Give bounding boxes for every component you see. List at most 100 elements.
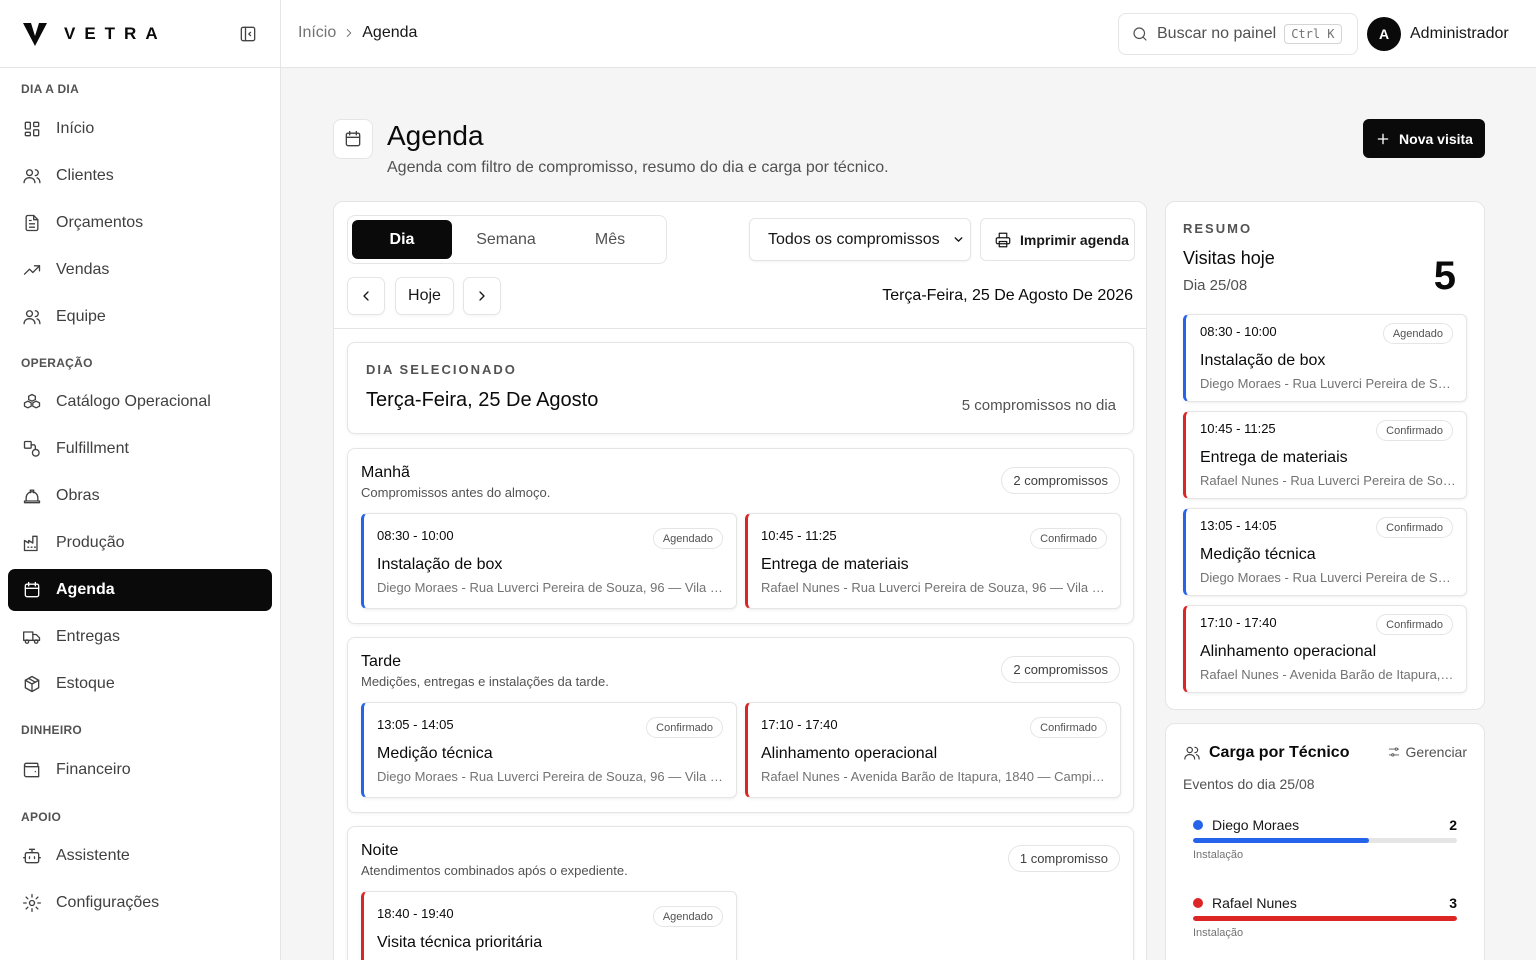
sidebar-item-estoque[interactable]: Estoque (8, 663, 272, 705)
next-day-button[interactable] (463, 277, 501, 315)
sidebar-item-label: Catálogo Operacional (56, 393, 211, 410)
event-description: Rafael Nunes - Avenida Barão de Itapura,… (761, 769, 1111, 784)
shapes-icon (23, 440, 40, 457)
sidebar-item-label: Equipe (56, 308, 106, 325)
avatar[interactable]: A (1367, 17, 1401, 51)
sidebar-item-obras[interactable]: Obras (8, 475, 272, 517)
event-description: Diego Moraes - Rua Luverci Pereira de So… (1200, 376, 1456, 391)
search-placeholder: Buscar no painel (1157, 25, 1277, 42)
sidebar-item-configuracoes[interactable]: Configurações (8, 882, 272, 924)
group-title: Noite (361, 842, 399, 859)
selected-day-count: 5 compromissos no dia (961, 397, 1116, 414)
search-shortcut: Ctrl K (1284, 24, 1342, 44)
sidebar-item-label: Entregas (56, 628, 121, 645)
event-time: 13:05 - 14:05 (377, 717, 454, 732)
event-title: Entrega de materiais (1200, 449, 1348, 466)
event-time: 08:30 - 10:00 (1200, 324, 1277, 339)
sidebar-item-vendas[interactable]: Vendas (8, 249, 272, 291)
technician-count: 2 (1449, 817, 1457, 833)
load-bar-fill (1193, 838, 1370, 843)
manage-button[interactable]: Gerenciar (1387, 744, 1467, 760)
sidebar-item-clientes[interactable]: Clientes (8, 155, 272, 197)
event-description: Diego Moraes - Rua Luverci Pereira de So… (377, 580, 727, 595)
sidebar-item-financeiro[interactable]: Financeiro (8, 749, 272, 791)
summary-event-card[interactable]: 17:10 - 17:40 Confirmado Alinhamento opera… (1183, 605, 1467, 693)
settings-icon (23, 894, 41, 912)
technician-count: 3 (1449, 895, 1457, 911)
group-count-badge: 2 compromissos (1001, 656, 1120, 683)
print-label: Imprimir agenda (1020, 231, 1129, 248)
search-icon (1133, 27, 1147, 41)
event-card[interactable]: 18:40 - 19:40 Agendado Visita técnica prio… (361, 891, 737, 960)
new-visit-label: Nova visita (1399, 130, 1473, 147)
sidebar-item-agenda[interactable]: Agenda (8, 569, 272, 611)
sidebar-item-label: Assistente (56, 847, 130, 864)
sidebar-item-producao[interactable]: Produção (8, 522, 272, 564)
view-tabs: Dia Semana Mês (347, 215, 667, 264)
event-description: Rafael Nunes - Rua Luverci Pereira de So… (1200, 473, 1456, 488)
chevron-down-icon (954, 237, 963, 242)
event-card[interactable]: 13:05 - 14:05 Confirmado Medição técnica Di… (361, 702, 737, 798)
agenda-card: Dia Semana Mês Todos os compromissos Imp… (333, 201, 1147, 960)
load-bar (1193, 838, 1457, 843)
sidebar-item-entregas[interactable]: Entregas (8, 616, 272, 658)
breadcrumb-home[interactable]: Início (298, 24, 336, 42)
summary-total: 5 (1433, 254, 1456, 298)
sidebar-item-equipe[interactable]: Equipe (8, 296, 272, 338)
group-subtitle: Medições, entregas e instalações da tard… (361, 674, 609, 689)
grid-icon (24, 121, 40, 137)
tab-week[interactable]: Semana (456, 220, 556, 259)
event-card[interactable]: 17:10 - 17:40 Confirmado Alinhamento opera… (745, 702, 1121, 798)
selected-day-panel: DIA SELECIONADO Terça-Feira, 25 De Agost… (347, 342, 1134, 434)
summary-day: Dia 25/08 (1183, 277, 1248, 294)
sidebar-item-inicio[interactable]: Início (8, 108, 272, 150)
group-count-badge: 2 compromissos (1001, 467, 1120, 494)
summary-event-card[interactable]: 08:30 - 10:00 Agendado Instalação de box Di… (1183, 314, 1467, 402)
event-card[interactable]: 10:45 - 11:25 Confirmado Entrega de materi… (745, 513, 1121, 609)
sidebar-item-fulfillment[interactable]: Fulfillment (8, 428, 272, 470)
print-agenda-button[interactable]: Imprimir agenda (980, 218, 1135, 261)
users-icon (23, 169, 41, 184)
sidebar-collapse-icon[interactable] (238, 24, 258, 44)
group-title: Tarde (361, 653, 402, 670)
sidebar-item-label: Orçamentos (56, 214, 144, 231)
new-visit-button[interactable]: Nova visita (1363, 119, 1485, 158)
vetra-logo-icon (23, 22, 47, 46)
truck-icon (23, 631, 41, 644)
tab-day[interactable]: Dia (352, 220, 452, 259)
sidebar-item-catalogo-operacional[interactable]: Catálogo Operacional (8, 381, 272, 423)
appointment-filter-select[interactable]: Todos os compromissos (749, 218, 971, 261)
status-badge: Confirmado (1376, 420, 1453, 441)
status-badge: Agendado (1382, 323, 1453, 344)
group-subtitle: Compromissos antes do almoço. (361, 485, 551, 500)
tab-month[interactable]: Mês (560, 220, 660, 259)
event-card[interactable]: 08:30 - 10:00 Agendado Instalação de box Di… (361, 513, 737, 609)
status-badge: Confirmado (1030, 717, 1107, 738)
calendar-icon (345, 130, 361, 147)
divider (334, 328, 1146, 329)
topbar: Início Agenda Buscar no painel Ctrl K A … (281, 0, 1536, 68)
breadcrumb: Início Agenda (298, 24, 417, 42)
search-input[interactable]: Buscar no painel Ctrl K (1118, 13, 1358, 55)
sidebar-item-label: Agenda (56, 581, 115, 598)
sidebar-item-orcamentos[interactable]: Orçamentos (8, 202, 272, 244)
chevron-right-icon (479, 291, 485, 301)
time-group: Noite Atendimentos combinados após o expe… (347, 826, 1134, 960)
today-button[interactable]: Hoje (395, 277, 454, 315)
event-time: 13:05 - 14:05 (1200, 518, 1277, 533)
status-badge: Agendado (652, 528, 723, 549)
event-time: 17:10 - 17:40 (761, 717, 838, 732)
status-badge: Confirmado (1376, 517, 1453, 538)
event-title: Medição técnica (377, 745, 493, 762)
summary-event-card[interactable]: 13:05 - 14:05 Confirmado Medição técnica Di… (1183, 508, 1467, 596)
event-title: Medição técnica (1200, 546, 1316, 563)
event-time: 17:10 - 17:40 (1200, 615, 1277, 630)
event-time: 18:40 - 19:40 (377, 906, 454, 921)
package-icon (24, 675, 40, 693)
printer-icon (995, 232, 1011, 247)
sidebar-item-assistente[interactable]: Assistente (8, 835, 272, 877)
technician-color-dot (1193, 898, 1203, 908)
summary-event-card[interactable]: 10:45 - 11:25 Confirmado Entrega de materi… (1183, 411, 1467, 499)
prev-day-button[interactable] (347, 277, 385, 315)
user-name[interactable]: Administrador (1410, 25, 1509, 43)
